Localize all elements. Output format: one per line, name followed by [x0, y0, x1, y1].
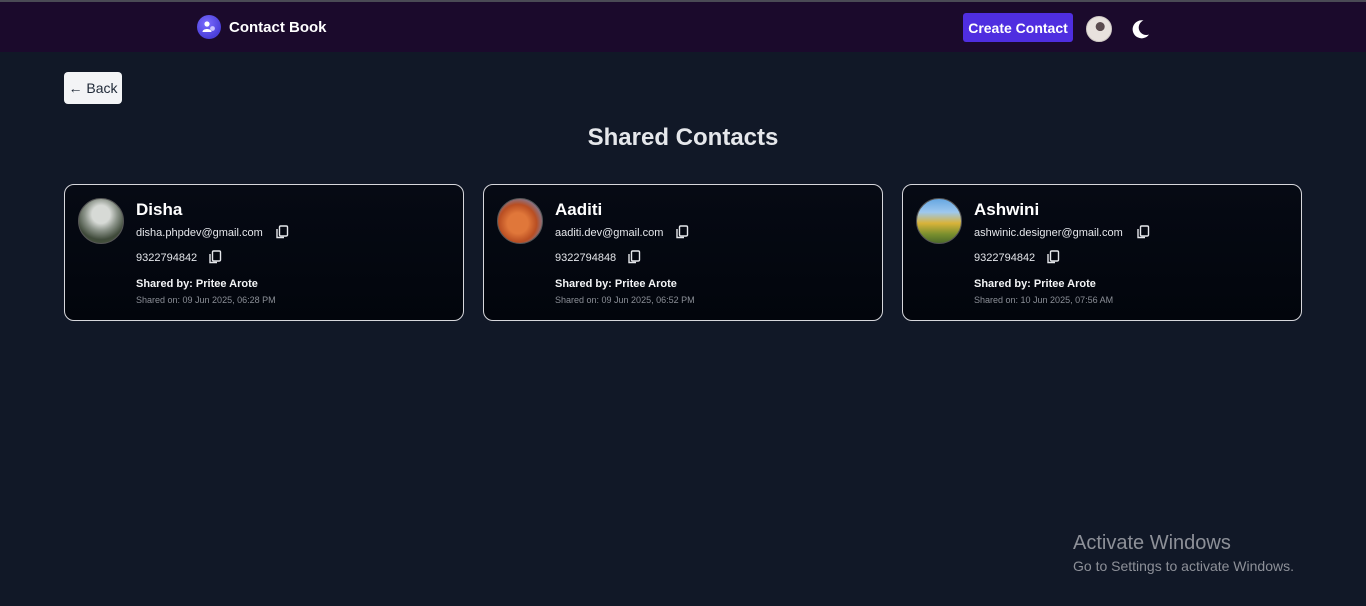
contact-avatar	[916, 198, 962, 244]
contact-name: Aaditi	[555, 200, 603, 219]
copy-phone-icon[interactable]	[627, 250, 641, 264]
shared-on: Shared on: 09 Jun 2025, 06:52 PM	[555, 295, 695, 305]
contact-avatar	[497, 198, 543, 244]
contact-phone: 9322794842	[136, 252, 198, 264]
windows-activation-watermark: Activate Windows Go to Settings to activ…	[1073, 532, 1294, 574]
contact-card: Ashwini ashwinic.designer@gmail.com 9322…	[902, 184, 1302, 321]
contact-book-logo-icon	[197, 15, 221, 39]
back-button[interactable]: ← Back	[64, 72, 122, 104]
shared-contacts-list: Disha disha.phpdev@gmail.com 9322794842 …	[64, 184, 1302, 321]
copy-email-icon[interactable]	[675, 225, 689, 239]
contact-email: aaditi.dev@gmail.com	[555, 227, 664, 239]
page-title: Shared Contacts	[587, 124, 779, 151]
contact-phone: 9322794848	[555, 252, 617, 264]
shared-by: Shared by: Pritee Arote	[974, 278, 1096, 290]
contact-avatar	[78, 198, 124, 244]
contact-card: Aaditi aaditi.dev@gmail.com 9322794848 S…	[483, 184, 883, 321]
shared-by: Shared by: Pritee Arote	[136, 278, 258, 290]
contact-name: Ashwini	[974, 200, 1040, 219]
shared-by: Shared by: Pritee Arote	[555, 278, 677, 290]
contact-name: Disha	[136, 200, 183, 219]
contact-card: Disha disha.phpdev@gmail.com 9322794842 …	[64, 184, 464, 321]
contact-phone: 9322794842	[974, 252, 1036, 264]
create-contact-button[interactable]: Create Contact	[963, 13, 1073, 42]
user-avatar[interactable]	[1086, 16, 1112, 42]
copy-email-icon[interactable]	[1136, 225, 1150, 239]
shared-on: Shared on: 09 Jun 2025, 06:28 PM	[136, 295, 276, 305]
copy-phone-icon[interactable]	[208, 250, 222, 264]
brand[interactable]: Contact Book	[197, 15, 327, 39]
contact-email: ashwinic.designer@gmail.com	[974, 227, 1123, 239]
shared-on: Shared on: 10 Jun 2025, 07:56 AM	[974, 295, 1114, 305]
copy-email-icon[interactable]	[275, 225, 289, 239]
brand-title: Contact Book	[229, 18, 327, 36]
navbar: Contact Book Create Contact	[0, 2, 1366, 52]
contact-email: disha.phpdev@gmail.com	[136, 227, 263, 239]
watermark-subtitle: Go to Settings to activate Windows.	[1073, 558, 1294, 574]
moon-icon[interactable]	[1128, 17, 1152, 41]
copy-phone-icon[interactable]	[1046, 250, 1060, 264]
watermark-title: Activate Windows	[1073, 532, 1231, 554]
